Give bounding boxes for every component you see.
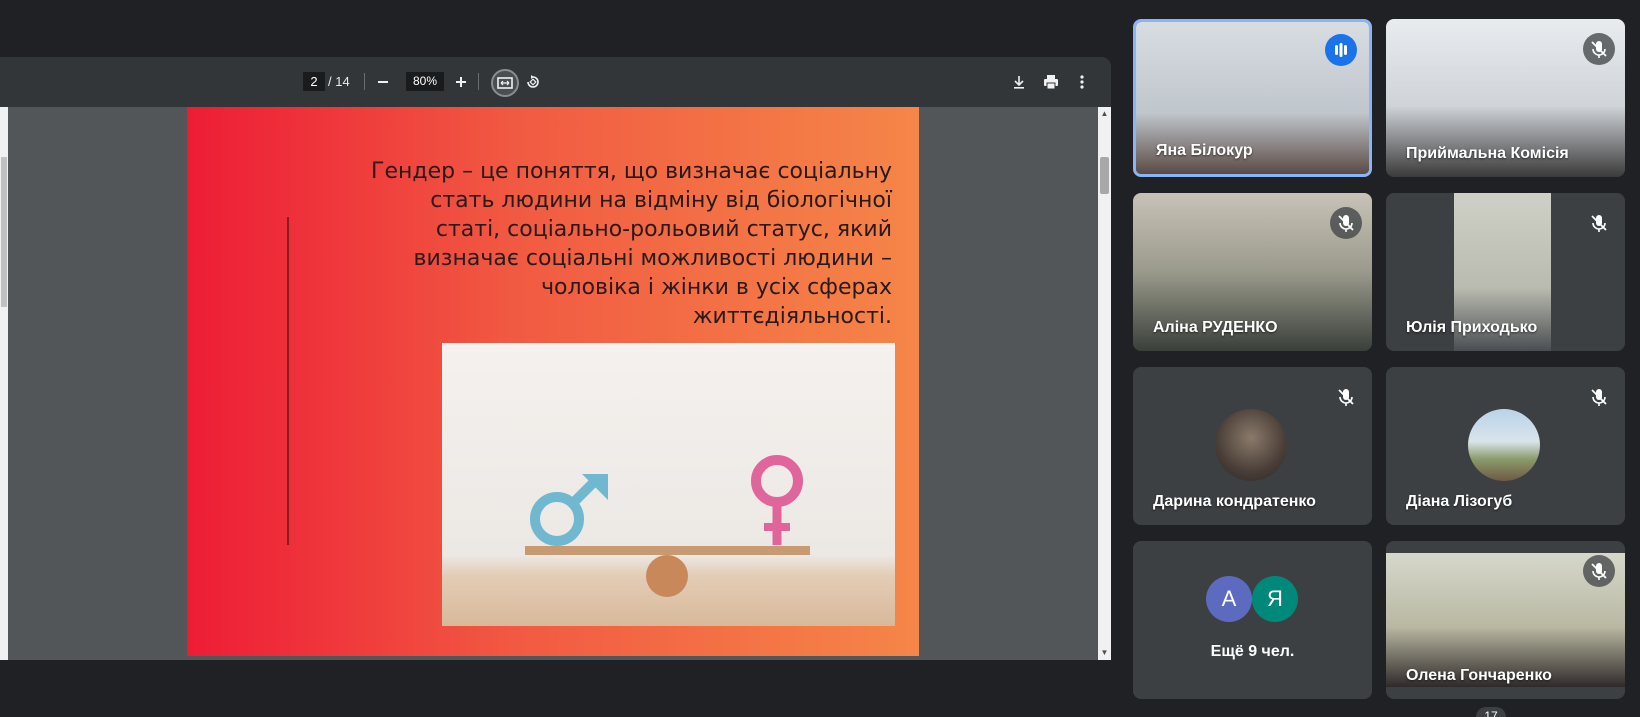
pdf-toolbar: 2 / 14 80% bbox=[0, 57, 1111, 107]
left-scrollbar[interactable] bbox=[0, 107, 8, 660]
balance-illustration bbox=[525, 455, 810, 597]
zoom-out-button[interactable] bbox=[370, 69, 396, 95]
pdf-page: Гендер – це поняття, що визначає соціаль… bbox=[187, 107, 919, 656]
participant-tile-alina[interactable]: Аліна РУДЕНКО bbox=[1133, 193, 1372, 351]
fit-page-icon bbox=[497, 77, 513, 89]
audio-level-icon bbox=[1335, 43, 1347, 57]
scroll-down-arrow[interactable]: ▼ bbox=[1100, 648, 1109, 657]
download-icon bbox=[1014, 76, 1024, 89]
minus-icon bbox=[378, 81, 388, 83]
more-vert-icon bbox=[1080, 75, 1084, 89]
participant-tile-yana[interactable]: Яна Білокур bbox=[1133, 19, 1372, 177]
fit-page-button[interactable] bbox=[491, 69, 519, 97]
mic-off-icon bbox=[1330, 381, 1362, 413]
more-participants-tile[interactable]: А Я Ещё 9 чел. bbox=[1133, 541, 1372, 699]
download-button[interactable] bbox=[1006, 69, 1032, 95]
scroll-up-arrow[interactable]: ▲ bbox=[1100, 109, 1109, 118]
participant-tile-daryna[interactable]: Дарина кондратенко bbox=[1133, 367, 1372, 525]
right-scrollbar[interactable]: ▲ ▼ bbox=[1098, 107, 1111, 660]
toolbar-divider bbox=[478, 73, 479, 90]
participant-name: Юлія Приходько bbox=[1406, 319, 1538, 336]
plus-icon bbox=[456, 77, 466, 87]
rotate-button[interactable] bbox=[520, 69, 546, 95]
pdf-viewer: 2 / 14 80% Гендер – це поняття, що визна… bbox=[0, 57, 1111, 660]
participant-tile-olena[interactable]: Олена Гончаренко bbox=[1386, 541, 1625, 699]
page-number-input[interactable]: 2 bbox=[303, 72, 325, 91]
participant-tile-yulia[interactable]: Юлія Приходько bbox=[1386, 193, 1625, 351]
speaking-indicator bbox=[1325, 34, 1357, 66]
avatar: А bbox=[1206, 576, 1252, 622]
mic-off-icon bbox=[1583, 207, 1615, 239]
avatar: Я bbox=[1252, 576, 1298, 622]
participant-name: Дарина кондратенко bbox=[1153, 493, 1316, 510]
avatar bbox=[1468, 409, 1540, 481]
participant-name: Діана Лізогуб bbox=[1406, 493, 1513, 510]
participant-tile-diana[interactable]: Діана Лізогуб bbox=[1386, 367, 1625, 525]
participant-name: Аліна РУДЕНКО bbox=[1153, 319, 1278, 336]
decorative-line bbox=[287, 217, 289, 545]
more-participants-label: Ещё 9 чел. bbox=[1210, 643, 1295, 660]
print-icon bbox=[1044, 75, 1058, 90]
zoom-input[interactable]: 80% bbox=[406, 72, 444, 91]
slide-text: Гендер – це поняття, що визначає соціаль… bbox=[371, 159, 892, 329]
avatar bbox=[1215, 409, 1287, 481]
meeting-screen: 2 / 14 80% Гендер – це поняття, що визна… bbox=[0, 0, 1640, 717]
toolbar-divider bbox=[364, 73, 365, 90]
total-pages: / 14 bbox=[328, 74, 350, 89]
mic-off-icon bbox=[1330, 207, 1362, 239]
participant-count-badge[interactable]: 17 bbox=[1476, 707, 1506, 717]
participant-name: Олена Гончаренко bbox=[1406, 667, 1552, 684]
scroll-thumb[interactable] bbox=[1, 157, 7, 307]
avatar-letter: Я bbox=[1267, 586, 1283, 611]
scroll-thumb[interactable] bbox=[1100, 157, 1109, 194]
mic-off-icon bbox=[1583, 33, 1615, 65]
rotate-icon bbox=[527, 75, 539, 88]
participant-name: Яна Білокур bbox=[1156, 142, 1253, 159]
gender-balance-scale-image bbox=[442, 343, 895, 626]
print-button[interactable] bbox=[1038, 69, 1064, 95]
participant-tile-admissions[interactable]: Приймальна Комісія bbox=[1386, 19, 1625, 177]
mic-off-icon bbox=[1583, 381, 1615, 413]
mic-off-icon bbox=[1583, 555, 1615, 587]
avatar-letter: А bbox=[1221, 586, 1237, 611]
zoom-in-button[interactable] bbox=[448, 69, 474, 95]
more-options-button[interactable] bbox=[1069, 69, 1095, 95]
participant-name: Приймальна Комісія bbox=[1406, 145, 1569, 162]
